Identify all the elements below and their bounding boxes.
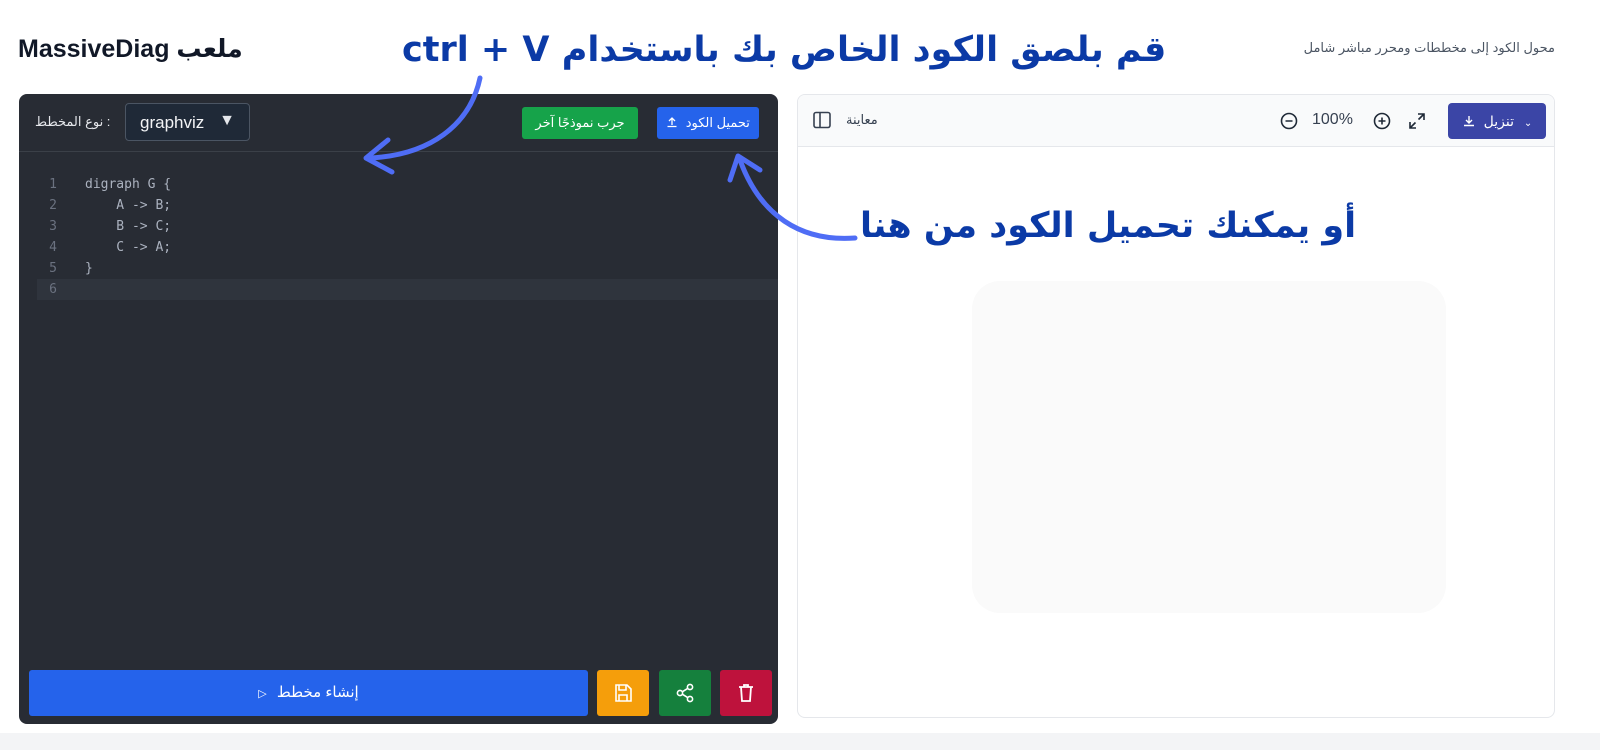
code-line[interactable]: 6	[37, 279, 778, 300]
line-number: 2	[49, 198, 57, 213]
diagram-canvas	[972, 281, 1446, 613]
zoom-in-icon[interactable]	[1372, 111, 1392, 131]
try-another-example-label: جرب نموذجًا آخر	[535, 115, 625, 130]
code-editor-panel: : نوع المخطط graphviz ▼ جرب نموذجًا آخر …	[19, 94, 778, 724]
zoom-level: 100%	[1312, 111, 1353, 128]
diagram-type-label: : نوع المخطط	[35, 114, 111, 129]
line-number: 6	[49, 282, 57, 297]
bottom-strip	[0, 733, 1600, 750]
sidebar-toggle-icon[interactable]	[812, 110, 832, 130]
line-number: 1	[49, 177, 57, 192]
diagram-type-value: graphviz	[140, 113, 205, 132]
line-text: }	[85, 261, 93, 276]
preview-panel: معاينة 100% ⌄ تنزيل	[797, 94, 1555, 718]
code-line[interactable]: 4 C -> A;	[37, 237, 778, 258]
page: MassiveDiag ملعب محول الكود إلى مخططات و…	[0, 0, 1600, 750]
code-area[interactable]: 1 digraph G {2 A -> B; 3 B -> C; 4 C -> A; 5…	[37, 174, 778, 300]
download-button[interactable]: ⌄ تنزيل	[1448, 103, 1546, 139]
save-button[interactable]	[597, 670, 649, 716]
generate-diagram-button[interactable]: إنشاء مخطط ▷	[29, 670, 588, 716]
code-line[interactable]: 1 digraph G {	[37, 174, 778, 195]
top-strip	[0, 0, 1600, 22]
line-number: 3	[49, 219, 57, 234]
editor-toolbar: : نوع المخطط graphviz ▼ جرب نموذجًا آخر …	[19, 94, 778, 152]
diagram-type-select[interactable]: graphviz ▼	[125, 103, 250, 141]
upload-code-button[interactable]: تحميل الكود	[657, 107, 759, 139]
dropdown-caret-icon: ▼	[219, 112, 235, 129]
preview-toolbar: معاينة 100% ⌄ تنزيل	[798, 95, 1554, 147]
line-number: 4	[49, 240, 57, 255]
line-text: digraph G {	[85, 177, 172, 192]
code-line[interactable]: 2 A -> B;	[37, 195, 778, 216]
save-icon	[615, 684, 632, 702]
upload-hint-annotation: أو يمكنك تحميل الكود من هنا	[860, 206, 1357, 246]
chevron-down-icon: ⌄	[1523, 118, 1533, 129]
share-icon	[676, 683, 694, 703]
download-label: تنزيل	[1483, 113, 1514, 129]
play-icon: ▷	[258, 688, 267, 700]
code-line[interactable]: 3 B -> C;	[37, 216, 778, 237]
trash-icon	[739, 684, 753, 702]
paste-hint-annotation: قم بلصق الكود الخاص بك باستخدام ctrl + V	[402, 30, 1167, 70]
upload-icon	[667, 117, 677, 128]
download-icon	[1463, 116, 1474, 127]
app-title: MassiveDiag ملعب	[18, 35, 243, 63]
delete-button[interactable]	[720, 670, 772, 716]
line-number: 5	[49, 261, 57, 276]
try-another-example-button[interactable]: جرب نموذجًا آخر	[522, 107, 638, 139]
line-text: C -> A;	[85, 240, 172, 255]
generate-diagram-label: إنشاء مخطط	[276, 684, 359, 701]
app-subtitle: محول الكود إلى مخططات ومحرر مباشر شامل	[1303, 40, 1555, 55]
upload-code-label: تحميل الكود	[685, 115, 750, 130]
fullscreen-icon[interactable]	[1407, 111, 1427, 131]
share-button[interactable]	[659, 670, 711, 716]
preview-label: معاينة	[846, 112, 878, 127]
line-text: B -> C;	[85, 219, 172, 234]
line-text: A -> B;	[85, 198, 172, 213]
code-line[interactable]: 5}	[37, 258, 778, 279]
zoom-out-icon[interactable]	[1279, 111, 1299, 131]
